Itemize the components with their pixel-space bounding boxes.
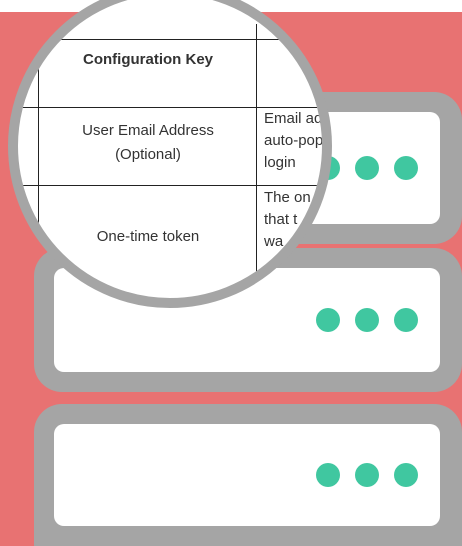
row1-key-line1: User Email Address	[82, 122, 214, 139]
row1-key-line2: (Optional)	[115, 146, 181, 163]
status-dot	[316, 463, 340, 487]
zoomed-config-table: Configuration Key User Email Address (Op…	[18, 0, 324, 298]
status-dots-3	[316, 463, 418, 487]
status-dots-2	[316, 308, 418, 332]
row1-desc-line2: auto-pop	[264, 132, 324, 149]
status-dot	[316, 308, 340, 332]
row1-desc-line3: login	[264, 154, 296, 171]
table-rule	[256, 24, 257, 298]
status-dot	[394, 463, 418, 487]
table-header-config-key: Configuration Key	[83, 51, 213, 68]
server-panel-3	[54, 424, 440, 526]
table-rule	[18, 39, 322, 40]
status-dot	[355, 308, 379, 332]
table-rule	[18, 185, 322, 186]
magnifier-lens: Configuration Key User Email Address (Op…	[8, 0, 332, 308]
row2-desc-line3: wa	[264, 233, 284, 250]
row2-desc-line2: that t	[264, 211, 298, 228]
server-rack-3	[34, 404, 462, 546]
row2-key: One-time token	[96, 228, 200, 245]
status-dot	[394, 156, 418, 180]
status-dot	[394, 308, 418, 332]
status-dot	[355, 463, 379, 487]
row2-desc-line1: The on	[264, 189, 311, 206]
table-rule	[38, 24, 39, 298]
row1-desc-line1: Email ad	[264, 110, 323, 127]
status-dot	[355, 156, 379, 180]
